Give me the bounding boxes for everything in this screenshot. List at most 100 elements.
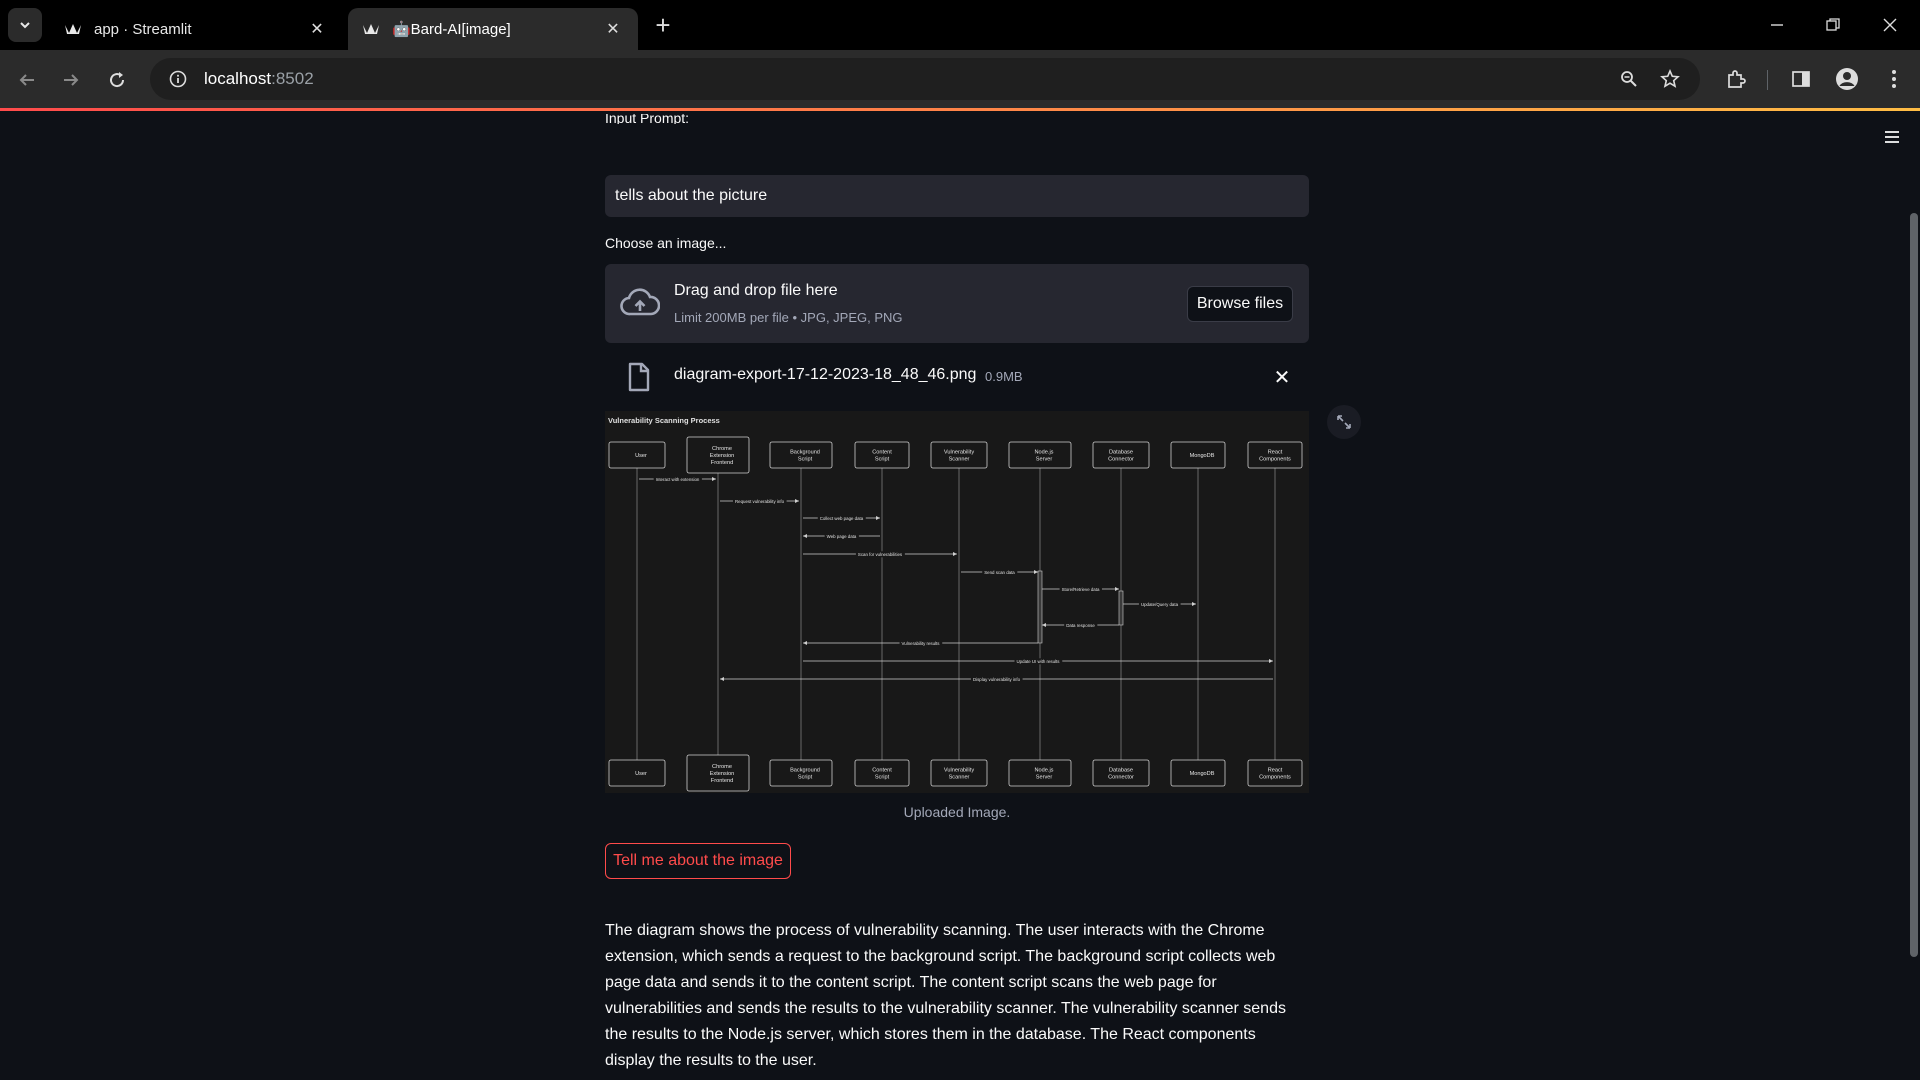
prompt-input[interactable] (605, 175, 1309, 217)
participant-label: Vulnerability (944, 450, 974, 456)
participant-label: Script (798, 775, 813, 781)
url-port: :8502 (271, 69, 314, 88)
arrow-head (712, 477, 716, 481)
close-window-icon[interactable] (1862, 0, 1918, 50)
minimize-icon[interactable] (1749, 0, 1805, 50)
dropzone-title: Drag and drop file here (674, 282, 838, 299)
close-icon[interactable]: ✕ (602, 18, 624, 40)
participant-label: Script (875, 775, 890, 781)
sequence-diagram: Vulnerability Scanning Process User User Ch… (608, 416, 1303, 792)
participant-label: React (1268, 768, 1283, 774)
cloud-upload-icon (620, 288, 660, 316)
tell-me-button[interactable]: Tell me about the image (605, 843, 791, 879)
participant-label: User (635, 453, 647, 459)
participant-label: User (635, 771, 647, 777)
participant-label: Extension (710, 771, 735, 777)
participant-label: React (1268, 450, 1283, 456)
url-host: localhost (204, 69, 272, 88)
participant-label: Server (1036, 775, 1053, 781)
participant-label: Vulnerability (944, 768, 974, 774)
arrow-head (803, 534, 807, 538)
participant-label: Content (872, 768, 892, 774)
reload-icon[interactable] (101, 64, 133, 96)
diagram-title: Vulnerability Scanning Process (608, 416, 720, 425)
uploaded-file-name: diagram-export-17-12-2023-18_48_46.png (674, 366, 977, 383)
arrow-head (876, 516, 880, 520)
menu-hamburger-icon[interactable] (1878, 125, 1906, 149)
participant-label: Chrome (712, 446, 732, 452)
zoom-icon[interactable] (1613, 63, 1645, 95)
participant-label: Database (1109, 450, 1133, 456)
forward-arrow-icon[interactable] (55, 64, 87, 96)
fullscreen-expand-icon[interactable] (1327, 405, 1361, 439)
browser-tab-bard[interactable]: 🤖Bard-AI[image] ✕ (348, 8, 638, 50)
message-label: Data response (1066, 623, 1095, 628)
participant-label: Server (1036, 457, 1053, 463)
participant-label: Scanner (949, 775, 970, 781)
back-arrow-icon[interactable] (11, 64, 43, 96)
uploaded-file-size: 0.9MB (985, 369, 1023, 384)
arrow-head (1034, 570, 1038, 574)
participant-label: Components (1259, 457, 1291, 463)
restore-icon[interactable] (1805, 0, 1861, 50)
prompt-label: Input Prompt: (605, 114, 690, 124)
chevron-down-icon (20, 22, 30, 29)
participant-label: Background (790, 768, 820, 774)
tab-title: app · Streamlit (94, 20, 192, 38)
image-caption: Uploaded Image. (903, 804, 1011, 820)
message-label: Collect web page data (820, 516, 864, 521)
message-label: Interact with extension (656, 477, 700, 482)
message-label: Request vulnerability info (735, 499, 785, 504)
scrollbar-thumb[interactable] (1910, 213, 1918, 957)
participant-label: Content (872, 450, 892, 456)
tab-title: 🤖Bard-AI[image] (392, 21, 511, 38)
message-label: Scan for vulnerabilities (858, 552, 903, 557)
message-label: Update/Query data (1141, 602, 1179, 607)
extensions-puzzle-icon[interactable] (1720, 63, 1752, 95)
streamlit-app: Input Prompt: Choose an image... Drag an… (0, 111, 1920, 1080)
activation-bar (1037, 570, 1043, 644)
participant-label: Frontend (711, 778, 733, 784)
bookmark-star-icon[interactable] (1654, 63, 1686, 95)
participant-label: Connector (1108, 775, 1134, 781)
participant-label: Frontend (711, 460, 733, 466)
participant-label: Scanner (949, 457, 970, 463)
streamlit-crown-icon (362, 20, 380, 38)
more-vert-icon[interactable] (1878, 63, 1910, 95)
participant-label: Database (1109, 768, 1133, 774)
address-bar[interactable]: localhost:8502 (150, 58, 1700, 100)
site-info-icon[interactable] (164, 65, 192, 93)
arrow-head (1042, 623, 1046, 627)
arrow-head (1269, 659, 1273, 663)
page-scrollbar[interactable] (1906, 111, 1920, 1080)
arrow-head (1115, 587, 1119, 591)
arrow-head (795, 499, 799, 503)
participant-label: MongoDB (1190, 771, 1215, 777)
browser-tab-app[interactable]: app · Streamlit ✕ (50, 8, 342, 50)
message-label: Web page data (827, 534, 857, 539)
participant-label: Extension (710, 453, 735, 459)
new-tab-plus-icon[interactable]: + (650, 12, 676, 38)
participant-label: Background (790, 450, 820, 456)
uploaded-image: Vulnerability Scanning Process User User Ch… (605, 411, 1309, 793)
participant-label: MongoDB (1190, 453, 1215, 459)
file-dropzone[interactable]: Drag and drop file here Limit 200MB per … (605, 264, 1309, 343)
profile-avatar-icon[interactable] (1831, 63, 1863, 95)
browser-toolbar: localhost:8502 (0, 50, 1920, 108)
arrow-head (720, 677, 724, 681)
message-label: Vulnerability results (902, 641, 941, 646)
participant-label: Node.js (1035, 450, 1054, 456)
delete-file-icon[interactable]: ✕ (1269, 364, 1295, 390)
tab-search-button[interactable] (8, 8, 42, 42)
side-panel-icon[interactable] (1785, 63, 1817, 95)
arrow-head (1192, 602, 1196, 606)
toolbar-divider (1767, 70, 1768, 90)
participant-label: Script (798, 457, 813, 463)
participant-label: Connector (1108, 457, 1134, 463)
message-label: Display vulnerability info (973, 677, 1021, 682)
browse-files-button[interactable]: Browse files (1187, 286, 1293, 322)
close-icon[interactable]: ✕ (306, 18, 328, 40)
uploader-label: Choose an image... (605, 235, 727, 251)
participant-label: Node.js (1035, 768, 1054, 774)
dropzone-limits: Limit 200MB per file • JPG, JPEG, PNG (674, 310, 903, 325)
